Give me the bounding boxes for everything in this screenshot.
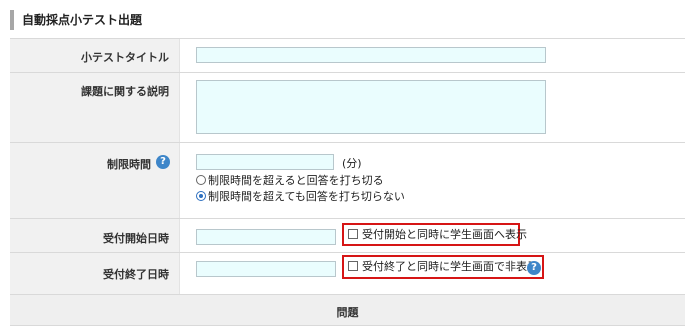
end-datetime-label: 受付終了日時: [103, 268, 169, 281]
value-cell: 受付開始と同時に学生画面へ表示: [180, 219, 685, 252]
end-datetime-input[interactable]: [196, 261, 336, 277]
start-datetime-label: 受付開始日時: [103, 232, 169, 245]
radio-button[interactable]: [196, 191, 206, 201]
row-start-datetime: 受付開始日時 受付開始と同時に学生画面へ表示: [10, 219, 685, 253]
label-cell: 受付終了日時: [10, 253, 180, 294]
value-cell: (分) 制限時間を超えると回答を打ち切る 制限時間を超えても回答を打ち切らない: [180, 143, 685, 218]
end-visibility-highlight: 受付終了と同時に学生画面で非表示 ?: [342, 255, 544, 279]
row-quiz-title: 小テストタイトル: [10, 39, 685, 73]
radio-label: 制限時間を超えると回答を打ち切る: [208, 174, 384, 187]
row-time-limit: 制限時間 ? (分) 制限時間を超えると回答を打ち切る 制限時間を超えても回答を…: [10, 143, 685, 219]
end-visibility-option[interactable]: 受付終了と同時に学生画面で非表示: [348, 260, 538, 274]
time-limit-option-cutoff[interactable]: 制限時間を超えると回答を打ち切る: [196, 174, 384, 188]
label-cell: 小テストタイトル: [10, 39, 180, 72]
label-cell: 受付開始日時: [10, 219, 180, 252]
description-label: 課題に関する説明: [81, 85, 169, 98]
start-visibility-highlight: 受付開始と同時に学生画面へ表示: [342, 223, 527, 246]
row-end-datetime: 受付終了日時 受付終了と同時に学生画面で非表示 ?: [10, 253, 685, 295]
value-cell: 受付終了と同時に学生画面で非表示 ?: [180, 253, 685, 294]
time-limit-label: 制限時間: [107, 158, 151, 171]
time-limit-input[interactable]: [196, 154, 334, 170]
description-textarea[interactable]: [196, 80, 546, 134]
label-cell: 課題に関する説明: [10, 73, 180, 142]
value-cell: [180, 39, 685, 72]
checkbox[interactable]: [348, 261, 358, 271]
quiz-title-input[interactable]: [196, 47, 546, 63]
label-cell: 制限時間 ?: [10, 143, 180, 218]
checkbox[interactable]: [348, 229, 358, 239]
quiz-title-label: 小テストタイトル: [81, 51, 169, 64]
start-datetime-input[interactable]: [196, 229, 336, 245]
section-title: 自動採点小テスト出題: [10, 10, 142, 30]
row-description: 課題に関する説明: [10, 73, 685, 143]
help-icon[interactable]: ?: [527, 261, 541, 275]
time-limit-unit: (分): [342, 157, 362, 170]
time-limit-option-continue[interactable]: 制限時間を超えても回答を打ち切らない: [196, 190, 405, 204]
questions-header-text: 問題: [336, 306, 359, 319]
quiz-form: 小テストタイトル 課題に関する説明 制限時間 ? (分) 制限時間を超えると回答…: [10, 38, 685, 295]
radio-label: 制限時間を超えても回答を打ち切らない: [208, 190, 405, 203]
checkbox-label: 受付開始と同時に学生画面へ表示: [362, 228, 527, 241]
checkbox-label: 受付終了と同時に学生画面で非表示: [362, 260, 538, 273]
questions-section-header: 問題: [10, 294, 685, 326]
radio-button[interactable]: [196, 175, 206, 185]
start-visibility-option[interactable]: 受付開始と同時に学生画面へ表示: [348, 228, 527, 242]
value-cell: [180, 73, 685, 142]
help-icon[interactable]: ?: [156, 155, 170, 169]
